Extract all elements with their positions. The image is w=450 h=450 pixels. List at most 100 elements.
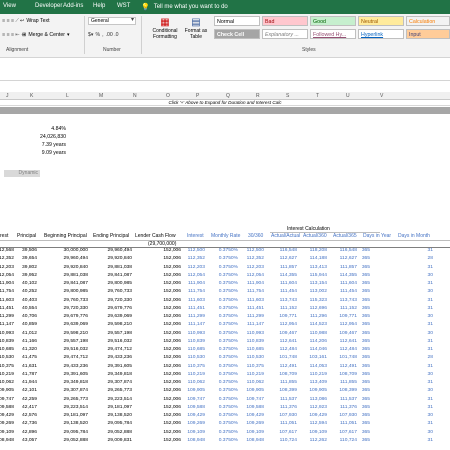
table-cell[interactable]: 111,603 [188, 298, 205, 303]
table-cell[interactable]: 29,138,520 [108, 413, 132, 418]
table-cell[interactable]: 112,203 [188, 265, 205, 270]
table-cell[interactable]: 365 [362, 289, 370, 294]
table-cell[interactable]: 29,557,198 [64, 339, 88, 344]
style-check-cell[interactable]: Check Cell [214, 29, 260, 39]
table-cell[interactable]: 11,904 [0, 281, 14, 286]
table-cell[interactable]: 111,857 [340, 265, 357, 270]
table-cell[interactable]: 108,948 [187, 438, 205, 443]
table-cell[interactable]: 365 [362, 281, 370, 286]
table-cell[interactable]: 29,474,712 [64, 355, 88, 360]
table-cell[interactable]: 365 [362, 413, 370, 418]
table-cell[interactable]: 365 [362, 347, 370, 352]
table-cell[interactable]: 42,896 [22, 430, 37, 435]
table-cell[interactable]: 0.3750% [219, 364, 238, 369]
table-cell[interactable]: 110,530 [188, 355, 205, 360]
table-cell[interactable]: 152,006 [163, 339, 181, 344]
table-cell[interactable]: 152,006 [163, 421, 181, 426]
table-cell[interactable]: 29,052,888 [108, 430, 132, 435]
table-cell[interactable]: 12,352 [0, 256, 14, 261]
table-cell[interactable]: 365 [362, 331, 370, 336]
table-cell[interactable]: 0.3750% [219, 413, 238, 418]
table-cell[interactable]: 112,352 [247, 256, 264, 261]
table-cell[interactable]: 110,375 [188, 364, 205, 369]
table-cell[interactable]: 11,147 [0, 322, 14, 327]
table-cell[interactable]: 41,012 [22, 331, 37, 336]
table-cell[interactable]: 41,166 [22, 339, 37, 344]
table-cell[interactable]: 110,724 [280, 438, 297, 443]
table-cell[interactable]: 29,800,985 [64, 289, 88, 294]
table-cell[interactable]: 101,748 [339, 355, 357, 360]
table-cell[interactable]: 12,054 [0, 273, 14, 278]
table-cell[interactable]: 118,208 [310, 248, 327, 253]
table-cell[interactable]: 112,627 [280, 256, 297, 261]
table-cell[interactable]: 365 [362, 256, 370, 261]
table-cell[interactable]: 365 [362, 314, 370, 319]
table-cell[interactable]: 0.3750% [219, 438, 238, 443]
table-cell[interactable]: 365 [362, 380, 370, 385]
table-cell[interactable]: 110,724 [340, 438, 357, 443]
table-cell[interactable]: 111,299 [247, 314, 264, 319]
table-cell[interactable]: 11,299 [0, 314, 14, 319]
table-cell[interactable]: 365 [362, 355, 370, 360]
table-cell[interactable]: 152,006 [163, 306, 181, 311]
table-cell[interactable]: 30,000,000 [64, 248, 88, 253]
table-cell[interactable]: 42,417 [22, 405, 37, 410]
table-cell[interactable]: 110,062 [188, 380, 205, 385]
table-cell[interactable]: 109,771 [279, 314, 297, 319]
table-cell[interactable]: 110,839 [188, 339, 205, 344]
table-cell[interactable]: 111,904 [188, 281, 205, 286]
table-cell[interactable]: 29,800,985 [108, 281, 132, 286]
style-input[interactable]: Input [406, 29, 450, 39]
table-cell[interactable]: 152,006 [163, 364, 181, 369]
table-cell[interactable]: 29,881,038 [64, 273, 88, 278]
table-cell[interactable]: 29,960,494 [108, 248, 132, 253]
table-cell[interactable]: 0.3750% [219, 273, 238, 278]
wrap-text-button[interactable]: ↩ Wrap Text [20, 18, 50, 24]
column-header[interactable]: N [133, 93, 137, 99]
table-cell[interactable]: 09,905 [0, 388, 14, 393]
table-cell[interactable]: 111,147 [247, 322, 264, 327]
table-cell[interactable]: 152,006 [163, 322, 181, 327]
table-cell[interactable]: 29,265,773 [108, 388, 132, 393]
table-cell[interactable]: 109,588 [187, 405, 205, 410]
merge-center-button[interactable]: ⊞ Merge & Center ▾ [22, 32, 70, 38]
table-cell[interactable]: 40,706 [22, 314, 37, 319]
table-cell[interactable]: 31 [428, 281, 433, 286]
table-cell[interactable]: 11,754 [0, 289, 14, 294]
table-cell[interactable]: 152,006 [163, 289, 181, 294]
table-cell[interactable]: 108,399 [279, 388, 297, 393]
table-cell[interactable]: 152,006 [163, 438, 181, 443]
table-cell[interactable]: 30 [428, 331, 433, 336]
table-cell[interactable]: 107,617 [279, 430, 297, 435]
table-cell[interactable]: 29,223,514 [108, 397, 132, 402]
column-header[interactable]: Q [226, 93, 230, 99]
table-cell[interactable]: 31 [428, 421, 433, 426]
tab-add-ins[interactable]: Add-ins [63, 3, 83, 9]
tab-wst[interactable]: WST [117, 3, 130, 9]
column-header[interactable]: O [166, 93, 170, 99]
table-cell[interactable]: 31 [428, 364, 433, 369]
table-cell[interactable]: 39,952 [22, 273, 37, 278]
table-cell[interactable]: 108,399 [339, 388, 357, 393]
table-cell[interactable]: 40,403 [22, 298, 37, 303]
table-cell[interactable]: 29,679,776 [64, 314, 88, 319]
table-cell[interactable]: 113,086 [310, 397, 327, 402]
summary-duration[interactable]: 7.39 years [0, 142, 66, 148]
table-cell[interactable]: 41,787 [22, 372, 37, 377]
table-cell[interactable]: 31 [428, 339, 433, 344]
table-cell[interactable]: 110,219 [310, 372, 327, 377]
tab-view[interactable]: View [3, 3, 16, 9]
table-cell[interactable]: 12,203 [0, 265, 14, 270]
table-cell[interactable]: 112,696 [310, 306, 327, 311]
table-cell[interactable]: 116,548 [280, 248, 297, 253]
table-cell[interactable]: 0.3750% [219, 397, 238, 402]
table-cell[interactable]: 29,516,032 [108, 339, 132, 344]
table-cell[interactable]: 365 [362, 421, 370, 426]
table-cell[interactable]: 365 [362, 405, 370, 410]
table-cell[interactable]: 29,720,330 [64, 306, 88, 311]
table-cell[interactable]: 30 [428, 413, 433, 418]
table-cell[interactable]: 29,639,069 [64, 322, 88, 327]
table-cell[interactable]: 365 [362, 248, 370, 253]
table-cell[interactable]: 111,147 [188, 322, 205, 327]
table-cell[interactable]: 114,053 [310, 364, 327, 369]
